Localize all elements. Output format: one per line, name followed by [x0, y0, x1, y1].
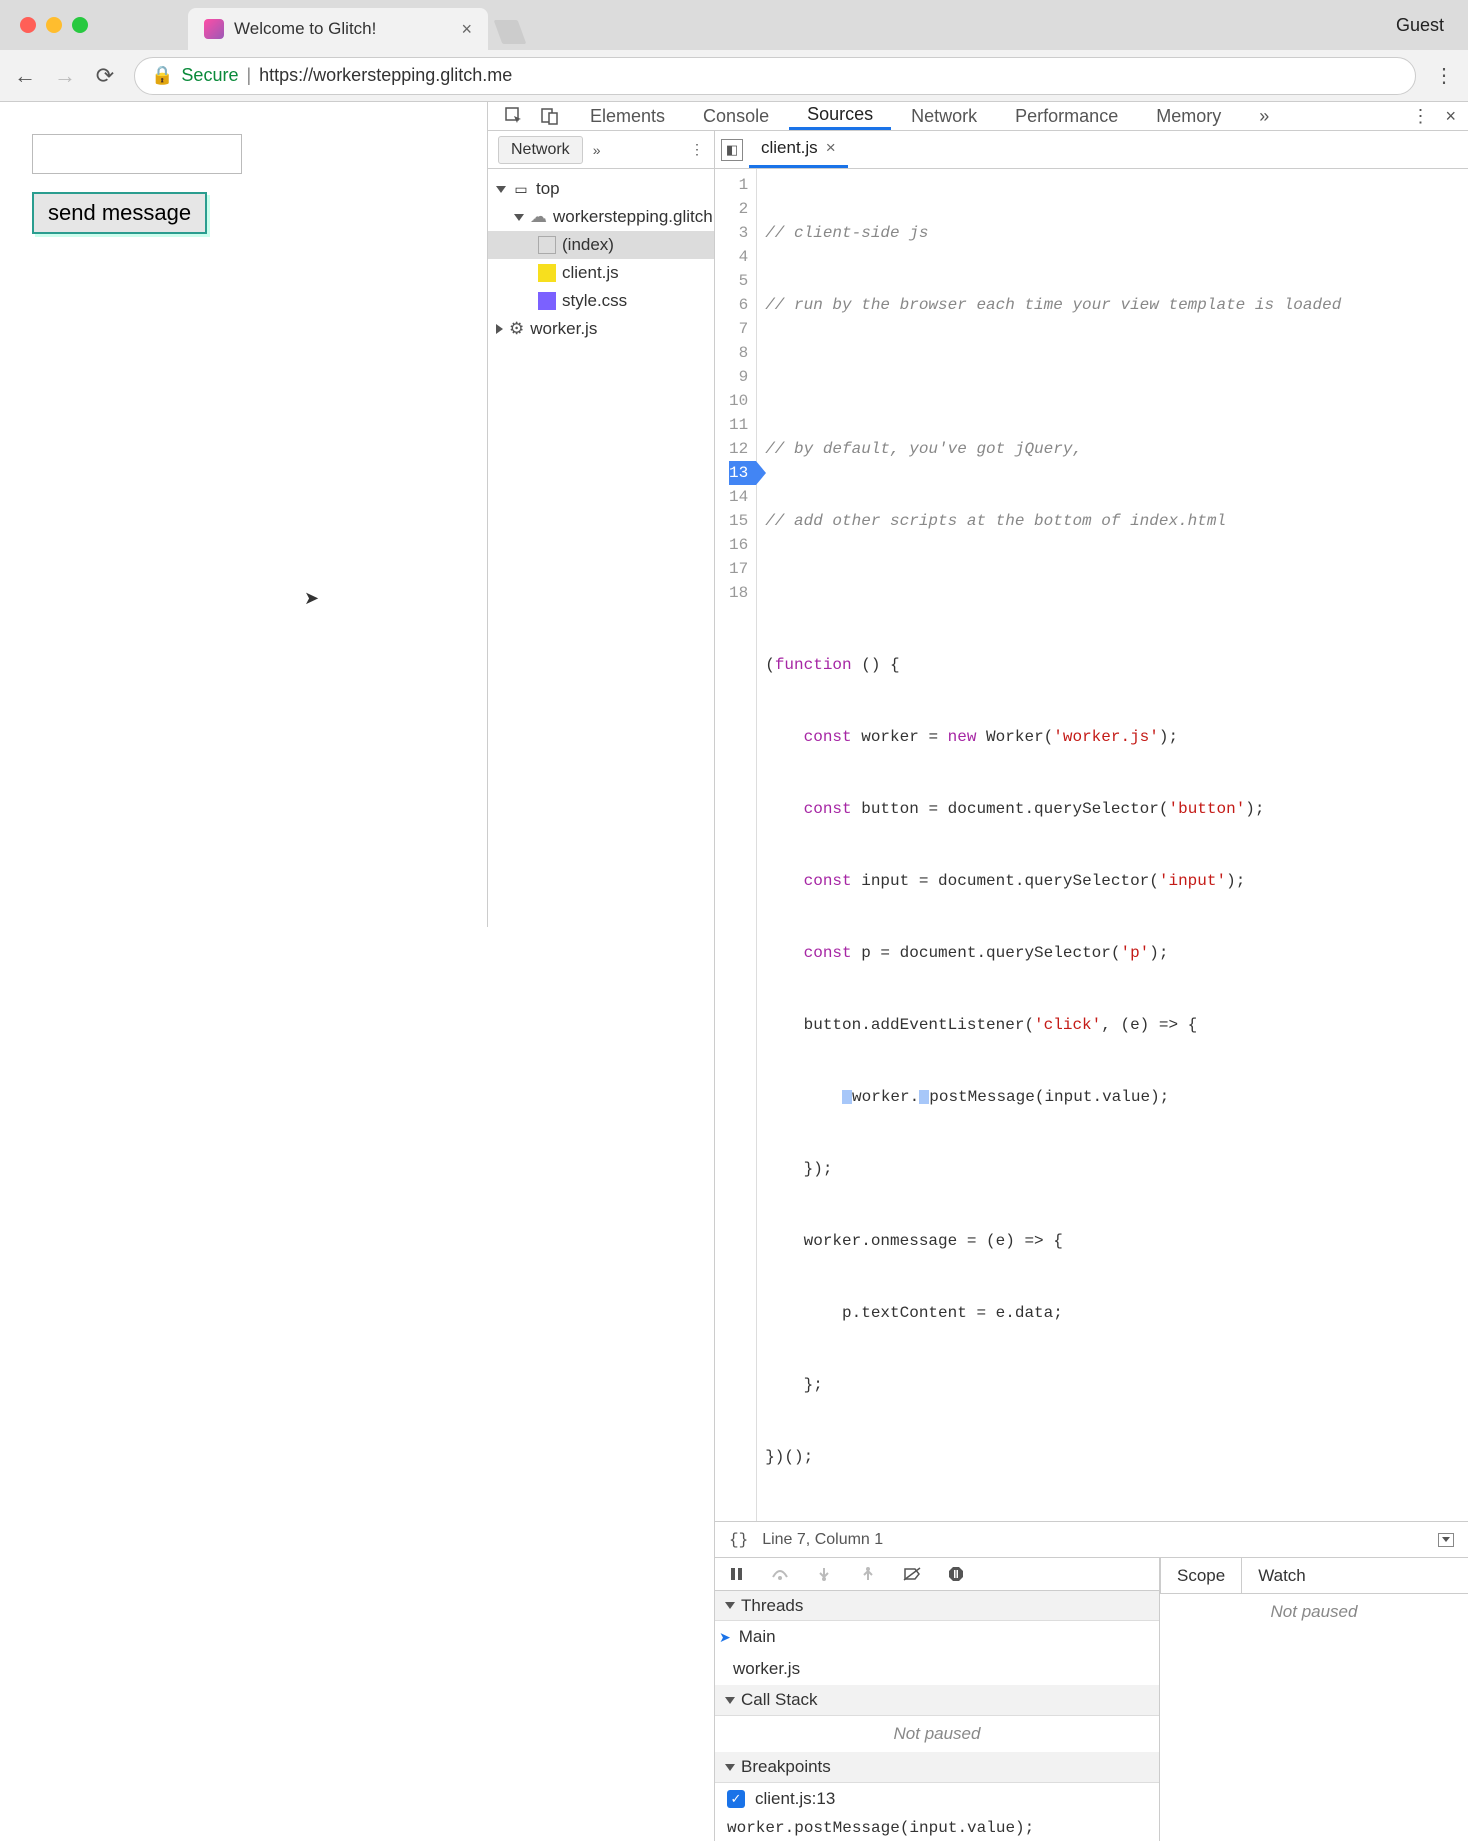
tree-file-index[interactable]: (index): [488, 231, 714, 259]
css-file-icon: [538, 292, 556, 310]
main-split: send message Elements Console Sources Ne…: [0, 102, 1468, 927]
debugger-right: Scope Watch Not paused: [1160, 1558, 1468, 1841]
url-separator: |: [246, 65, 251, 86]
file-icon: [538, 236, 556, 254]
step-into-icon: [813, 1563, 835, 1585]
subtab-network[interactable]: Network: [498, 136, 583, 164]
url-text: https://workerstepping.glitch.me: [259, 65, 512, 86]
code-lines: // client-side js // run by the browser …: [757, 169, 1349, 1521]
browser-tab[interactable]: Welcome to Glitch! ×: [188, 8, 488, 50]
tab-network[interactable]: Network: [893, 102, 995, 130]
sources-navigator: Network » ⋮ ▭top ☁workerstepping.glitch …: [488, 131, 715, 1841]
tab-memory[interactable]: Memory: [1138, 102, 1239, 130]
editor-status-bar: {} Line 7, Column 1: [715, 1521, 1468, 1557]
breakpoint-checkbox[interactable]: ✓: [727, 1790, 745, 1808]
profile-label[interactable]: Guest: [1396, 15, 1444, 36]
secure-label: Secure: [181, 65, 238, 86]
tabs-overflow-icon[interactable]: »: [1241, 102, 1287, 130]
address-bar: ← → ⟳ 🔒 Secure | https://workerstepping.…: [0, 50, 1468, 102]
line-gutter[interactable]: 123456789101112131415161718: [715, 169, 757, 1521]
tab-console[interactable]: Console: [685, 102, 787, 130]
cursor-position: Line 7, Column 1: [762, 1531, 883, 1549]
window-controls: [20, 17, 88, 33]
callstack-not-paused: Not paused: [715, 1716, 1159, 1752]
close-window-icon[interactable]: [20, 17, 36, 33]
frame-icon: ▭: [512, 180, 530, 198]
message-input[interactable]: [32, 134, 242, 174]
file-tree: ▭top ☁workerstepping.glitch (index) clie…: [488, 169, 714, 1841]
breakpoint-code: worker.postMessage(input.value);: [715, 1815, 1159, 1841]
subtabs-overflow-icon[interactable]: »: [593, 142, 601, 158]
new-tab-button[interactable]: [494, 20, 527, 44]
mouse-cursor-icon: ➤: [304, 588, 319, 609]
navigator-menu-icon[interactable]: ⋮: [690, 141, 704, 158]
file-tabs: ◧ client.js ×: [715, 131, 1468, 169]
tree-file-stylecss[interactable]: style.css: [488, 287, 714, 315]
favicon-icon: [204, 19, 224, 39]
browser-chrome: Welcome to Glitch! × Guest ← → ⟳ 🔒 Secur…: [0, 0, 1468, 102]
breakpoint-file: client.js:13: [755, 1789, 835, 1809]
thread-worker[interactable]: worker.js: [715, 1653, 1159, 1685]
devtools-body: Network » ⋮ ▭top ☁workerstepping.glitch …: [488, 131, 1468, 1841]
debugger-left: Threads Main worker.js Call Stack Not pa…: [715, 1558, 1160, 1841]
pretty-print-icon[interactable]: {}: [729, 1531, 748, 1549]
device-mode-icon[interactable]: [536, 102, 564, 130]
debugger-panel: Threads Main worker.js Call Stack Not pa…: [715, 1557, 1468, 1841]
page-content: send message: [0, 102, 488, 927]
devtools-close-icon[interactable]: ×: [1445, 106, 1456, 127]
worker-icon: ⚙: [509, 319, 524, 339]
tab-performance[interactable]: Performance: [997, 102, 1136, 130]
debugger-toolbar: [715, 1558, 1159, 1591]
devtools-menu-icon[interactable]: ⋮: [1411, 106, 1429, 127]
threads-header[interactable]: Threads: [715, 1591, 1159, 1622]
devtools-tabs: Elements Console Sources Network Perform…: [488, 102, 1468, 131]
tree-domain[interactable]: ☁workerstepping.glitch: [488, 203, 714, 231]
coverage-dropdown-icon[interactable]: [1438, 1533, 1454, 1547]
tab-close-icon[interactable]: ×: [461, 19, 472, 40]
file-tab-clientjs[interactable]: client.js ×: [749, 131, 848, 168]
thread-main[interactable]: Main: [715, 1621, 1159, 1653]
tree-worker[interactable]: ⚙worker.js: [488, 315, 714, 343]
maximize-window-icon[interactable]: [72, 17, 88, 33]
navigator-subtabs: Network » ⋮: [488, 131, 714, 169]
step-out-icon: [857, 1563, 879, 1585]
minimize-window-icon[interactable]: [46, 17, 62, 33]
reload-icon[interactable]: ⟳: [94, 65, 116, 87]
breakpoint-marker[interactable]: 13: [729, 461, 756, 485]
tree-file-clientjs[interactable]: client.js: [488, 259, 714, 287]
callstack-header[interactable]: Call Stack: [715, 1685, 1159, 1716]
back-icon[interactable]: ←: [14, 65, 36, 87]
code-editor[interactable]: 123456789101112131415161718 // client-si…: [715, 169, 1468, 1521]
browser-menu-icon[interactable]: ⋮: [1434, 63, 1454, 88]
tab-elements[interactable]: Elements: [572, 102, 683, 130]
inspect-icon[interactable]: [500, 102, 528, 130]
pause-icon[interactable]: [725, 1563, 747, 1585]
deactivate-breakpoints-icon[interactable]: [901, 1563, 923, 1585]
toggle-navigator-icon[interactable]: ◧: [721, 139, 743, 161]
tab-title: Welcome to Glitch!: [234, 19, 376, 39]
devtools: Elements Console Sources Network Perform…: [488, 102, 1468, 927]
tree-top[interactable]: ▭top: [488, 175, 714, 203]
tab-strip: Welcome to Glitch! × Guest: [0, 0, 1468, 50]
tab-sources[interactable]: Sources: [789, 102, 891, 130]
breakpoints-header[interactable]: Breakpoints: [715, 1752, 1159, 1783]
watch-tab[interactable]: Watch: [1242, 1558, 1322, 1593]
scope-watch-tabs: Scope Watch: [1160, 1558, 1468, 1594]
js-file-icon: [538, 264, 556, 282]
omnibox[interactable]: 🔒 Secure | https://workerstepping.glitch…: [134, 57, 1416, 95]
breakpoint-row[interactable]: ✓ client.js:13: [715, 1783, 1159, 1815]
scope-not-paused: Not paused: [1160, 1594, 1468, 1630]
pause-on-exceptions-icon[interactable]: [945, 1563, 967, 1585]
cloud-icon: ☁: [530, 207, 547, 227]
lock-icon: 🔒: [151, 65, 173, 86]
scope-tab[interactable]: Scope: [1160, 1558, 1242, 1593]
send-message-button[interactable]: send message: [32, 192, 207, 234]
file-tab-close-icon[interactable]: ×: [826, 138, 836, 158]
forward-icon: →: [54, 65, 76, 87]
code-column: ◧ client.js × 12345678910111213141516171…: [715, 131, 1468, 1841]
step-over-icon: [769, 1563, 791, 1585]
